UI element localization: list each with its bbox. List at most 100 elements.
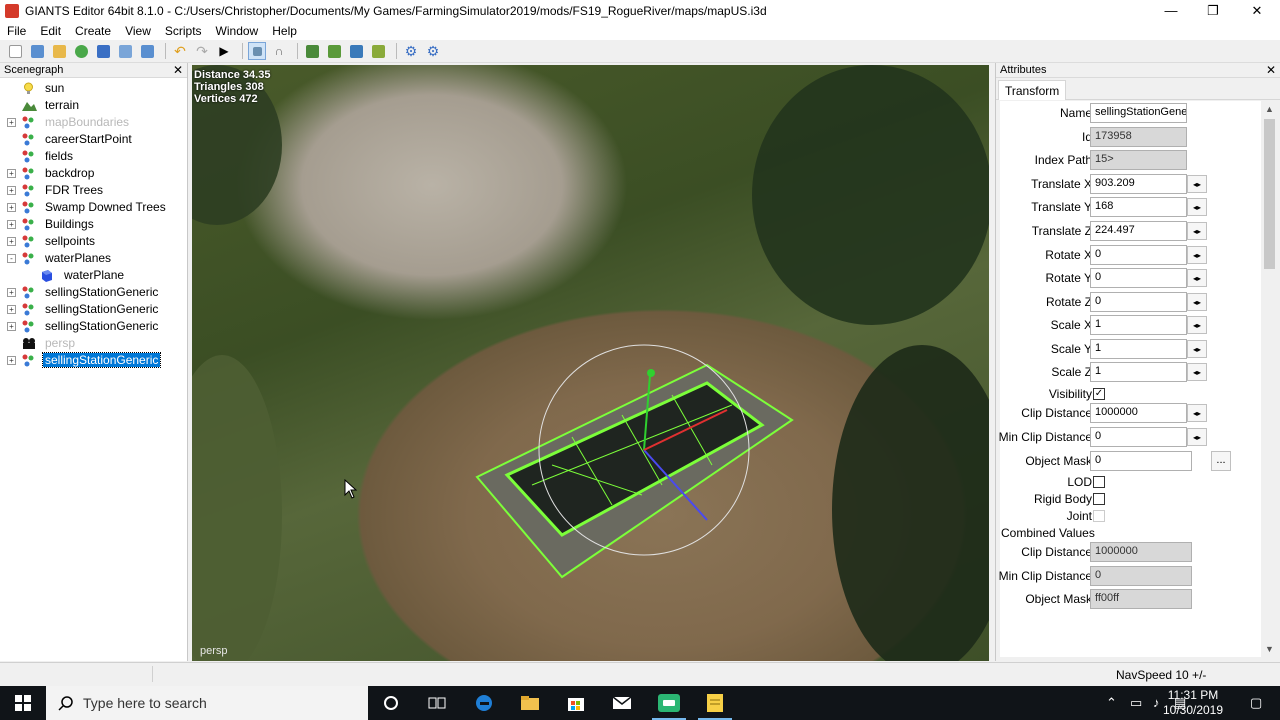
rotate-x-spin-icon[interactable]: ◂▸	[1187, 246, 1207, 264]
min-clip-distance-field[interactable]: 0	[1090, 427, 1187, 447]
close-window-button[interactable]: ✕	[1234, 0, 1280, 21]
tree-node-label[interactable]: terrain	[43, 98, 81, 112]
tree-row[interactable]: + sellingStationGeneric	[0, 301, 187, 318]
scale-x-field[interactable]: 1	[1090, 315, 1187, 335]
tree-node-label[interactable]: sellingStationGeneric	[41, 352, 162, 368]
scale-x-spin-icon[interactable]: ◂▸	[1187, 316, 1207, 334]
new-file-icon[interactable]	[6, 42, 24, 60]
scale-y-spin-icon[interactable]: ◂▸	[1187, 340, 1207, 358]
cortana-icon[interactable]	[368, 686, 414, 720]
tree-row[interactable]: persp	[0, 335, 187, 352]
tree-node-label[interactable]: sellingStationGeneric	[43, 285, 160, 299]
store-icon[interactable]	[553, 686, 599, 720]
menu-scripts[interactable]: Scripts	[158, 24, 209, 38]
clip-distance-spin-icon[interactable]: ◂▸	[1187, 404, 1207, 422]
start-button[interactable]	[0, 686, 46, 720]
menu-edit[interactable]: Edit	[33, 24, 68, 38]
import-icon[interactable]	[138, 42, 156, 60]
tree-node-label[interactable]: waterPlanes	[43, 251, 113, 265]
object-mask-browse-button[interactable]: ...	[1211, 451, 1231, 471]
network-icon[interactable]: ▭	[1130, 695, 1142, 711]
task-view-icon[interactable]	[414, 686, 460, 720]
translate-z-spin-icon[interactable]: ◂▸	[1187, 222, 1207, 240]
translate-y-field[interactable]: 168	[1090, 197, 1187, 217]
tree-row[interactable]: + mapBoundaries	[0, 114, 187, 131]
expand-icon[interactable]: +	[7, 356, 16, 365]
tree-node-label[interactable]: backdrop	[43, 166, 96, 180]
translate-x-field[interactable]: 903.209	[1090, 174, 1187, 194]
rotate-z-field[interactable]: 0	[1090, 292, 1187, 312]
tree-node-label[interactable]: FDR Trees	[43, 183, 105, 197]
tree-node-label[interactable]: mapBoundaries	[43, 115, 131, 129]
paint-icon[interactable]	[325, 42, 343, 60]
expand-icon[interactable]: +	[7, 322, 16, 331]
expand-icon[interactable]: +	[7, 305, 16, 314]
scroll-down-icon[interactable]: ▼	[1265, 644, 1274, 654]
redo-icon[interactable]: ↷	[193, 42, 211, 60]
menu-window[interactable]: Window	[209, 24, 266, 38]
export-icon[interactable]	[116, 42, 134, 60]
tree-row[interactable]: + sellingStationGeneric	[0, 284, 187, 301]
clip-distance-field[interactable]: 1000000	[1090, 403, 1187, 423]
tree-row[interactable]: + Buildings	[0, 216, 187, 233]
tree-row[interactable]: + sellingStationGeneric	[0, 352, 187, 369]
giants-editor-icon[interactable]	[646, 686, 692, 720]
tree-node-label[interactable]: sellpoints	[43, 234, 97, 248]
expand-icon[interactable]: +	[7, 220, 16, 229]
tree-node-label[interactable]: careerStartPoint	[43, 132, 134, 146]
notifications-icon[interactable]: ▢	[1250, 695, 1262, 711]
tree-node-label[interactable]: fields	[43, 149, 75, 163]
tree-row[interactable]: waterPlane	[0, 267, 187, 284]
taskbar-search-box[interactable]: Type here to search	[46, 686, 368, 720]
min-clip-distance-spin-icon[interactable]: ◂▸	[1187, 428, 1207, 446]
translate-y-spin-icon[interactable]: ◂▸	[1187, 198, 1207, 216]
menu-view[interactable]: View	[118, 24, 158, 38]
scale-y-field[interactable]: 1	[1090, 339, 1187, 359]
tree-row[interactable]: - waterPlanes	[0, 250, 187, 267]
sticky-notes-icon[interactable]	[692, 686, 738, 720]
3d-viewport[interactable]: Distance 34.35 Triangles 308 Vertices 47…	[192, 65, 989, 661]
tree-row[interactable]: fields	[0, 148, 187, 165]
undo-icon[interactable]: ↶	[171, 42, 189, 60]
tree-row[interactable]: + backdrop	[0, 165, 187, 182]
expand-icon[interactable]: +	[7, 118, 16, 127]
rotate-x-field[interactable]: 0	[1090, 245, 1187, 265]
expand-icon[interactable]: +	[7, 169, 16, 178]
decoration-icon[interactable]	[369, 42, 387, 60]
mail-icon[interactable]	[599, 686, 645, 720]
scrollbar-thumb[interactable]	[1264, 119, 1275, 269]
minimize-button[interactable]: —	[1148, 0, 1194, 21]
scale-z-field[interactable]: 1	[1090, 362, 1187, 382]
rotate-y-field[interactable]: 0	[1090, 268, 1187, 288]
menu-help[interactable]: Help	[265, 24, 304, 38]
tree-node-label[interactable]: Swamp Downed Trees	[43, 200, 168, 214]
taskbar-clock[interactable]: 11:31 PM 10/30/2019	[1158, 688, 1228, 718]
menu-create[interactable]: Create	[68, 24, 118, 38]
save-icon[interactable]	[94, 42, 112, 60]
tree-row[interactable]: + Swamp Downed Trees	[0, 199, 187, 216]
expand-icon[interactable]: +	[7, 237, 16, 246]
tree-row[interactable]: + sellingStationGeneric	[0, 318, 187, 335]
file-explorer-icon[interactable]	[507, 686, 553, 720]
select-tool-icon[interactable]	[248, 42, 266, 60]
close-icon[interactable]: ✕	[173, 63, 183, 77]
attributes-scrollbar[interactable]: ▲ ▼	[1261, 101, 1278, 657]
settings-gear-icon[interactable]: ⚙	[402, 42, 420, 60]
tree-node-label[interactable]: sun	[43, 81, 66, 95]
scroll-up-icon[interactable]: ▲	[1265, 104, 1274, 114]
rotate-z-spin-icon[interactable]: ◂▸	[1187, 293, 1207, 311]
restore-button[interactable]: ❐	[1190, 0, 1236, 21]
translate-z-field[interactable]: 224.497	[1090, 221, 1187, 241]
tab-transform[interactable]: Transform	[998, 80, 1067, 100]
collapse-icon[interactable]: -	[7, 254, 16, 263]
settings-alt-gear-icon[interactable]: ⚙	[424, 42, 442, 60]
tree-row[interactable]: sun	[0, 80, 187, 97]
object-mask-field[interactable]: 0	[1090, 451, 1192, 471]
tree-row[interactable]: + sellpoints	[0, 233, 187, 250]
magnet-icon[interactable]: ∩	[270, 42, 288, 60]
tree-node-label[interactable]: sellingStationGeneric	[43, 302, 160, 316]
edge-icon[interactable]	[461, 686, 507, 720]
expand-icon[interactable]: +	[7, 203, 16, 212]
y-axis-knob[interactable]	[647, 369, 655, 377]
reload-icon[interactable]	[72, 42, 90, 60]
